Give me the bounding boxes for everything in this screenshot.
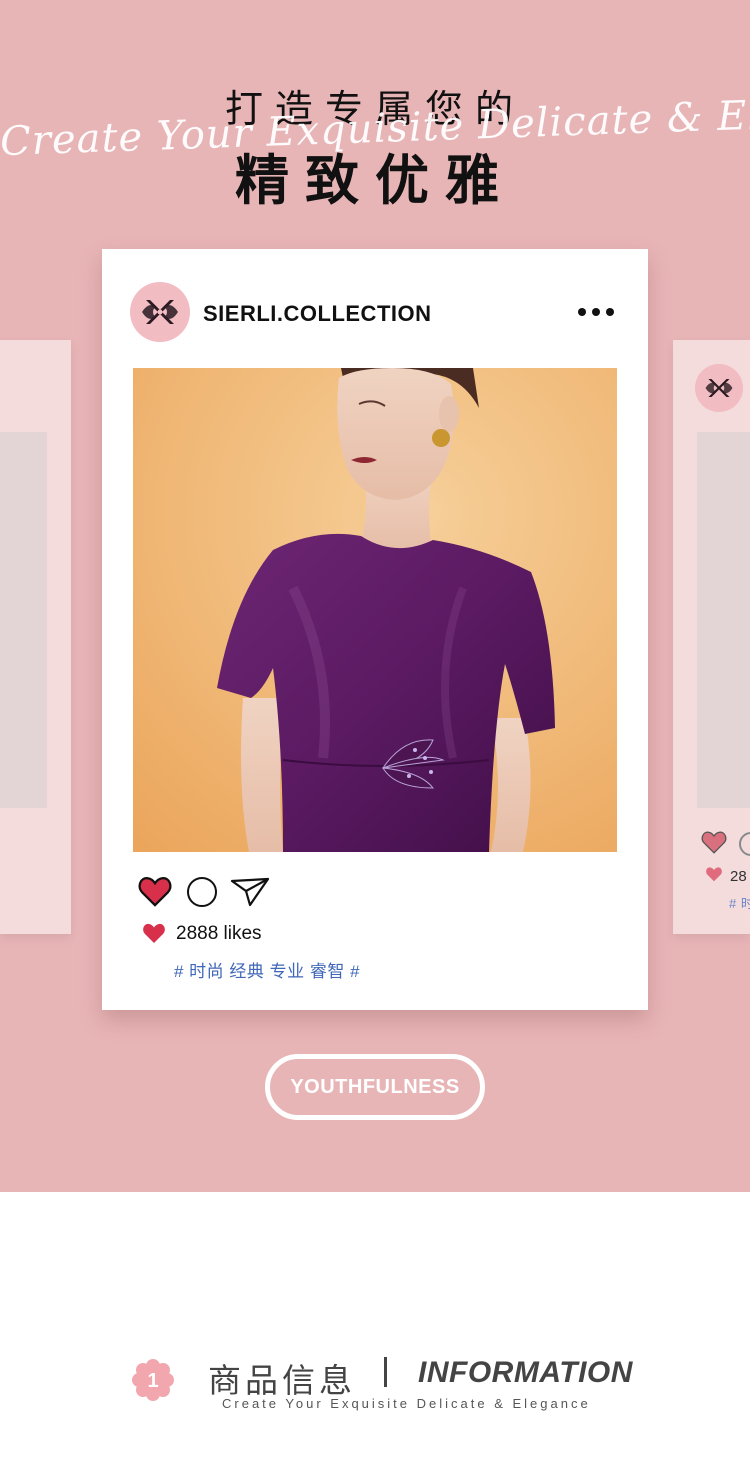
post-username[interactable]: SIERLI.COLLECTION xyxy=(203,301,432,327)
hero-title-line2: 精致优雅 xyxy=(235,149,515,212)
heart-filled-icon[interactable] xyxy=(138,875,172,907)
badge-label: YOUTHFULNESS xyxy=(290,1075,460,1098)
youthfulness-badge: YOUTHFULNESS xyxy=(265,1054,485,1120)
info-subtitle: Create Your Exquisite Delicate & Eleganc… xyxy=(222,1396,591,1411)
comment-circle-icon[interactable] xyxy=(187,877,217,907)
likes-count[interactable]: 2888 likes xyxy=(176,923,262,945)
hero-section: 打造专属您的 Create Your Exquisite Delicate & … xyxy=(0,0,750,1192)
info-divider xyxy=(384,1357,387,1387)
comment-circle-icon xyxy=(739,832,750,856)
section-number: 1 xyxy=(147,1370,158,1392)
ghost-avatar xyxy=(695,364,743,412)
ghost-card-right-image xyxy=(697,432,750,808)
ghost-tags-text: # 时 xyxy=(729,896,750,911)
post-photo xyxy=(133,368,617,852)
post-tags[interactable]: # 时尚 经典 专业 睿智 # xyxy=(174,957,360,982)
more-dots-icon[interactable] xyxy=(576,301,616,323)
model-illustration xyxy=(133,368,617,852)
flower-number-icon: 1 xyxy=(132,1359,174,1401)
ghost-likes-text: 28 xyxy=(730,868,747,885)
info-title-en: INFORMATION xyxy=(418,1356,633,1389)
ghost-card-left xyxy=(0,340,71,934)
brand-logo-icon xyxy=(142,300,178,324)
post-actions xyxy=(138,875,278,911)
info-title-cn: 商品信息 xyxy=(208,1361,356,1400)
likes-heart-icon xyxy=(143,923,165,943)
small-heart-icon xyxy=(706,867,722,882)
ghost-card-right: 28 # 时 xyxy=(673,340,750,934)
heart-icon xyxy=(701,831,727,854)
ghost-card-left-image xyxy=(0,432,47,808)
likes-row: 2888 likes xyxy=(142,921,342,947)
avatar[interactable] xyxy=(130,282,190,342)
post-card: SIERLI.COLLECTION 2888 likes # 时尚 经典 专业 … xyxy=(102,249,648,1010)
brand-logo-icon xyxy=(705,379,733,397)
send-plane-icon[interactable] xyxy=(230,875,270,907)
